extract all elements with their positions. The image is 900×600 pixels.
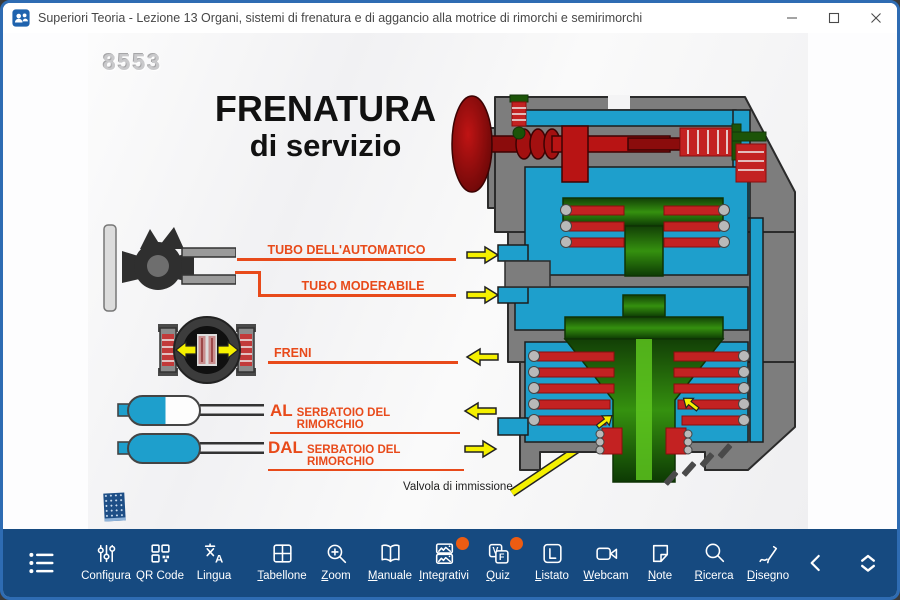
toolbar-label-quiz: Quiz	[486, 570, 510, 582]
callout-tubo-automatico: TUBO DELL'AUTOMATICO	[237, 243, 456, 257]
toolbar-label-integrativi: Integrativi	[419, 570, 469, 582]
toolbar-label-manuale: Manuale	[368, 570, 412, 582]
toolbar-button-listato[interactable]: Listato	[525, 536, 579, 591]
toolbar-label-listato: Listato	[535, 570, 569, 582]
bottom-toolbar: Configura QR Code A Lingua Tabellone	[3, 529, 897, 597]
callout-dal-rest: SERBATOIO DEL RIMORCHIO	[307, 444, 464, 468]
toolbar-button-configura[interactable]: Configura	[79, 536, 133, 591]
webcam-icon	[594, 541, 619, 566]
scroll-up-down-icon	[854, 549, 882, 577]
toolbar-label-webcam: Webcam	[583, 570, 628, 582]
toolbar-button-manuale[interactable]: Manuale	[363, 536, 417, 591]
people-icon	[12, 9, 30, 27]
slide-title: FRENATURA di servizio	[188, 89, 463, 163]
board-grid-icon	[270, 541, 295, 566]
toolbar-label-disegno: Disegno	[747, 570, 789, 582]
zoom-in-icon	[324, 541, 349, 566]
toolbar-label-zoom: Zoom	[321, 570, 350, 582]
coupling-head-icon	[96, 223, 236, 315]
window-title: Superiori Teoria - Lezione 13 Organi, si…	[38, 11, 763, 25]
open-book-icon	[378, 541, 403, 566]
draw-pen-icon	[756, 541, 781, 566]
toolbar-label-configura: Configura	[81, 570, 131, 582]
toolbar-label-lingua: Lingua	[197, 570, 232, 582]
minimize-icon	[786, 12, 798, 24]
app-window: Superiori Teoria - Lezione 13 Organi, si…	[0, 0, 900, 600]
toolbar-button-lingua[interactable]: A Lingua	[187, 536, 241, 591]
menu-button[interactable]	[11, 543, 71, 583]
toolbar-button-disegno[interactable]: Disegno	[741, 536, 795, 591]
toolbar-button-qrcode[interactable]: QR Code	[133, 536, 187, 591]
previous-slide-button[interactable]	[795, 539, 837, 587]
toolbar-button-zoom[interactable]: Zoom	[309, 536, 363, 591]
lesson-content-area: 8553 FRENATURA di servizio	[3, 33, 897, 529]
brake-drum-icon	[152, 310, 262, 390]
media-frames-icon	[432, 541, 457, 566]
callout-dal-prefix: DAL	[268, 438, 303, 458]
callout-line-automatico	[237, 258, 456, 261]
brake-valve-diagram	[448, 40, 804, 502]
sliders-icon	[94, 541, 119, 566]
toolbar-button-ricerca[interactable]: Ricerca	[687, 536, 741, 591]
callout-line-moderabile-c	[258, 294, 456, 297]
slide-title-line2: di servizio	[188, 129, 463, 163]
title-bar: Superiori Teoria - Lezione 13 Organi, si…	[3, 3, 897, 33]
slide-navigation	[795, 539, 900, 587]
callout-al-prefix: AL	[270, 401, 293, 421]
note-icon	[648, 541, 673, 566]
scroll-slides-button[interactable]	[847, 539, 889, 587]
trailer-tanks-icon	[116, 391, 266, 467]
slide-title-line1: FRENATURA	[188, 89, 463, 129]
toolbar-button-webcam[interactable]: Webcam	[579, 536, 633, 591]
close-button[interactable]	[855, 3, 897, 33]
callout-al-rest: SERBATOIO DEL RIMORCHIO	[297, 407, 460, 431]
svg-text:A: A	[215, 553, 223, 565]
callout-line-freni	[268, 361, 458, 364]
toolbar-button-note[interactable]: Note	[633, 536, 687, 591]
list-l-icon	[540, 541, 565, 566]
window-controls	[771, 3, 897, 33]
toolbar-label-qrcode: QR Code	[136, 570, 184, 582]
translate-icon: A	[202, 541, 227, 566]
toolbar-label-ricerca: Ricerca	[695, 570, 734, 582]
notification-dot-integrativi	[456, 537, 469, 550]
qr-code-icon	[148, 541, 173, 566]
callout-dal-serbatoio: DAL SERBATOIO DEL RIMORCHIO	[268, 438, 464, 471]
publisher-emblem	[103, 492, 125, 521]
callout-tubo-moderabile: TUBO MODERABILE	[273, 279, 453, 293]
chevron-left-icon	[803, 550, 829, 576]
callout-freni: FRENI	[274, 346, 374, 360]
true-false-quiz-icon: V F	[486, 541, 511, 566]
search-icon	[702, 541, 727, 566]
callout-al-serbatoio: AL SERBATOIO DEL RIMORCHIO	[270, 401, 460, 434]
toolbar-label-note: Note	[648, 570, 672, 582]
close-icon	[870, 12, 882, 24]
svg-text:F: F	[499, 552, 505, 562]
slide-code: 8553	[103, 49, 162, 76]
toolbar-button-integrativi[interactable]: Integrativi	[417, 536, 471, 591]
minimize-button[interactable]	[771, 3, 813, 33]
toolbar-label-tabellone: Tabellone	[257, 570, 306, 582]
toolbar-button-quiz[interactable]: V F Quiz	[471, 536, 525, 591]
lesson-slide: 8553 FRENATURA di servizio	[88, 33, 808, 529]
list-menu-icon	[26, 548, 56, 578]
maximize-icon	[828, 12, 840, 24]
maximize-button[interactable]	[813, 3, 855, 33]
toolbar-button-tabellone[interactable]: Tabellone	[255, 536, 309, 591]
notification-dot-quiz	[510, 537, 523, 550]
